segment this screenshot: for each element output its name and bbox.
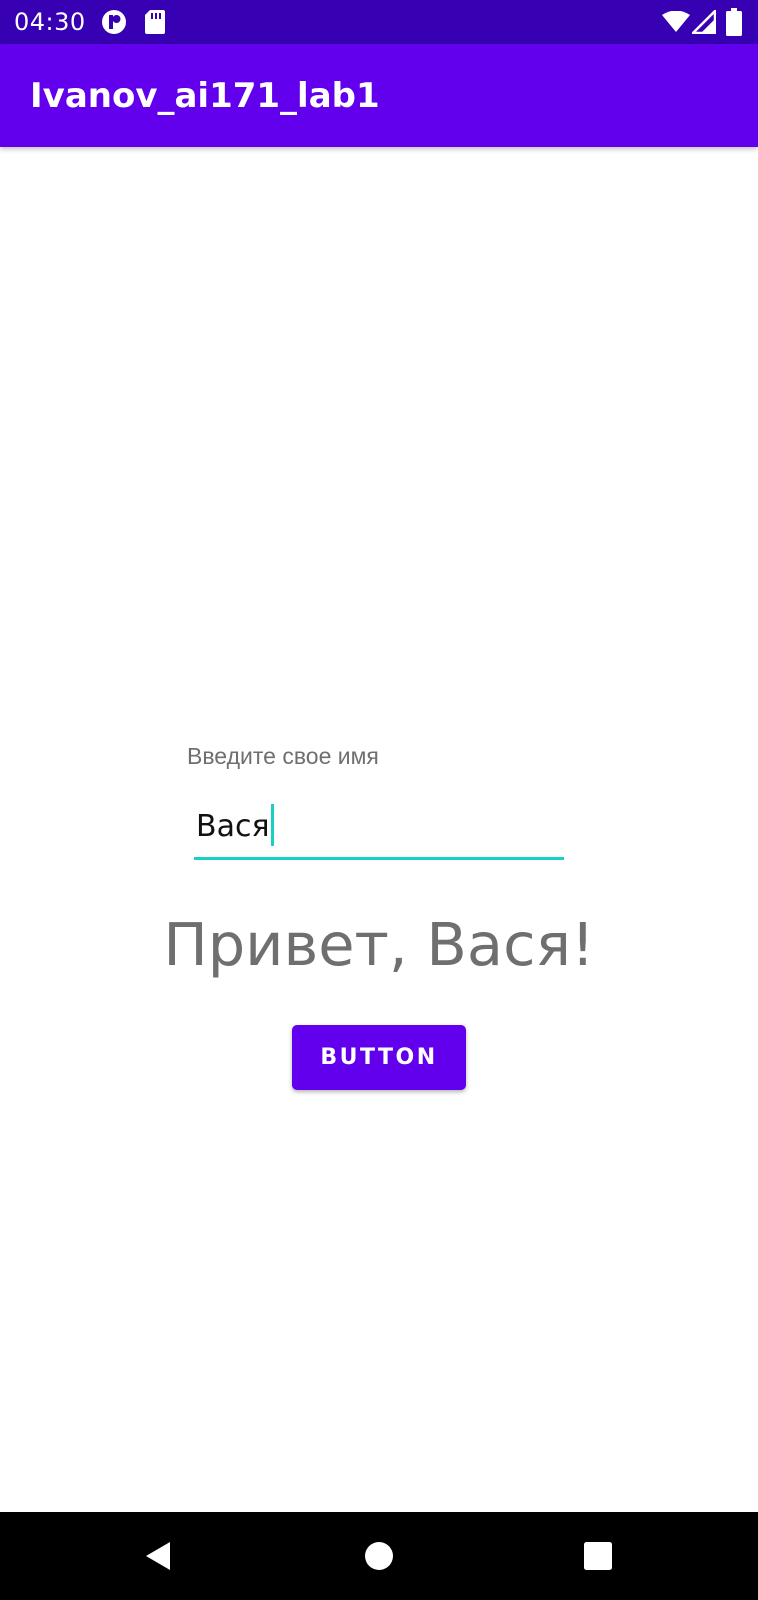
name-input[interactable]: Вася: [194, 803, 564, 860]
name-label: Введите свое имя: [187, 743, 379, 769]
app-bar: Ivanov_ai171_lab1: [0, 44, 758, 147]
status-time: 04:30: [14, 8, 86, 36]
name-input-text: Вася: [196, 809, 270, 844]
navigation-bar: [0, 1512, 758, 1600]
greeting-text: Привет, Вася!: [163, 910, 595, 979]
wifi-icon: [662, 10, 690, 37]
cellular-signal-icon: [689, 7, 717, 38]
name-input-value: Вася: [196, 803, 274, 846]
home-icon[interactable]: [361, 1538, 397, 1578]
sd-card-icon: [144, 9, 166, 39]
recents-icon[interactable]: [580, 1538, 616, 1578]
back-icon[interactable]: [140, 1538, 176, 1578]
main-button[interactable]: BUTTON: [292, 1025, 466, 1090]
battery-icon: [726, 8, 742, 40]
text-cursor: [270, 803, 274, 846]
app-title: Ivanov_ai171_lab1: [30, 76, 380, 116]
app-notification-icon: [101, 9, 127, 39]
status-bar: 04:30: [0, 0, 758, 44]
